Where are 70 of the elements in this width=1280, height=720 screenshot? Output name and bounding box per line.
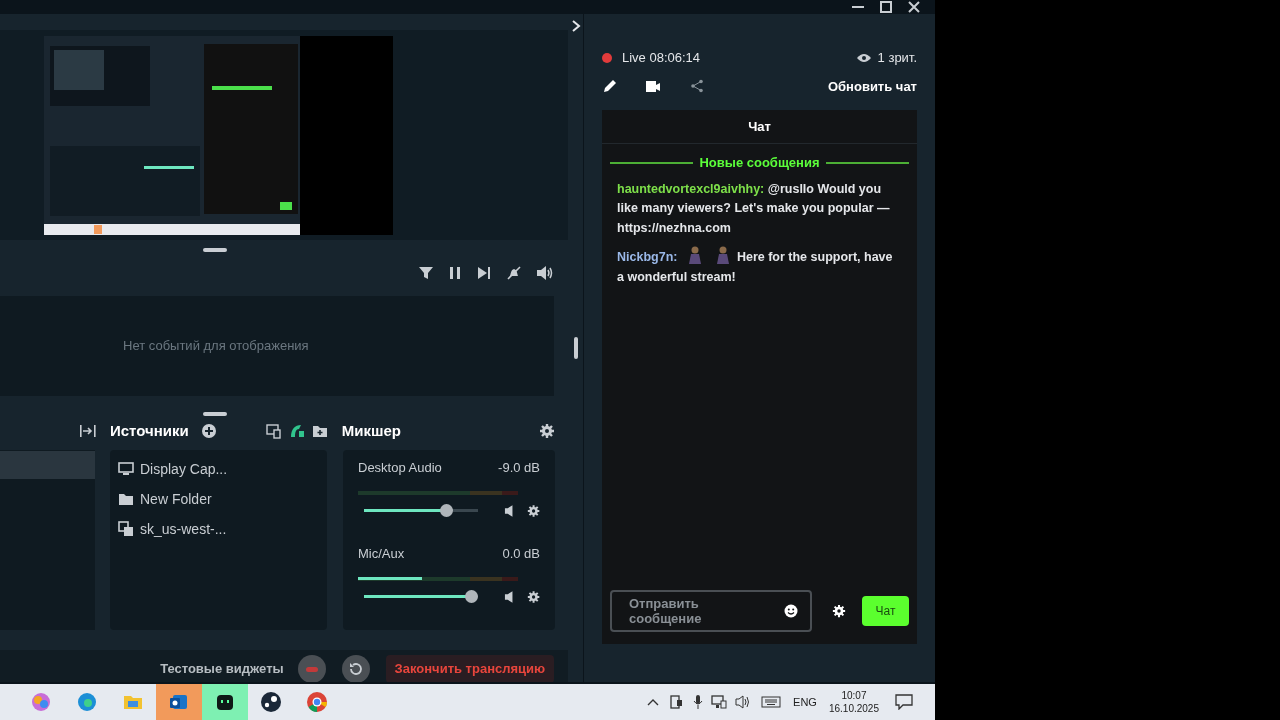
close-icon[interactable] <box>907 0 921 14</box>
pause-icon[interactable] <box>448 265 463 281</box>
network-icon[interactable] <box>711 695 728 709</box>
live-status: Live 08:06:14 <box>622 49 701 67</box>
replay-icon <box>347 661 364 677</box>
pencil-icon[interactable] <box>602 78 618 95</box>
browser-icon[interactable] <box>75 690 99 714</box>
channel-reading: 0.0 dB <box>502 545 540 563</box>
volume-icon[interactable] <box>536 265 555 281</box>
resize-handle[interactable] <box>573 337 578 359</box>
end-stream-button[interactable]: Закончить трансляцию <box>385 655 555 683</box>
source-item[interactable]: New Folder <box>118 484 327 514</box>
test-widgets-label: Тестовые виджеты <box>160 660 284 679</box>
chevron-up-icon[interactable] <box>647 698 660 706</box>
record-button[interactable] <box>297 655 326 683</box>
slider-thumb[interactable] <box>439 504 453 517</box>
phone-link-icon[interactable] <box>669 695 684 709</box>
message-input[interactable]: Отправить сообщение <box>610 590 812 632</box>
viewer-count: 1 зрит. <box>877 49 917 67</box>
collapse-icon[interactable] <box>79 423 97 439</box>
sources-title: Источники <box>110 420 189 441</box>
maximize-icon[interactable] <box>879 0 893 14</box>
clock-time[interactable]: 10:07 <box>841 689 867 702</box>
refresh-chat-button[interactable]: Обновить чат <box>827 76 917 96</box>
channel-reading: -9.0 dB <box>498 459 540 477</box>
share-icon[interactable] <box>690 79 704 94</box>
new-messages-divider: Новые сообщения <box>699 154 820 172</box>
username[interactable]: Nickbg7n: <box>617 250 678 264</box>
source-item[interactable]: sk_us-west-... <box>118 514 327 544</box>
chat-message: hauntedvortexcl9aivhhy: @ruslIo Would you like many viewers? Let's make you popular — https://nezhna.com <box>617 180 891 237</box>
camera-icon[interactable] <box>645 78 661 95</box>
send-chat-button[interactable]: Чат <box>862 596 909 626</box>
chat-title: Чат <box>748 117 771 136</box>
steam-icon[interactable] <box>259 690 283 714</box>
settings-icon[interactable] <box>526 589 540 604</box>
monitor-icon <box>118 461 134 477</box>
eye-icon <box>855 51 872 64</box>
resize-handle[interactable] <box>203 248 228 252</box>
language-indicator[interactable]: ENG <box>793 693 817 711</box>
add-folder-icon[interactable] <box>311 423 328 439</box>
stacked-squares-icon <box>118 521 134 537</box>
add-icon[interactable] <box>200 423 217 439</box>
screens-icon[interactable] <box>265 423 282 439</box>
microphone-icon[interactable] <box>693 695 704 709</box>
notifications-icon[interactable] <box>895 694 913 710</box>
channel-name: Desktop Audio <box>358 459 442 477</box>
resize-handle[interactable] <box>203 412 228 416</box>
folder-icon <box>118 491 134 507</box>
mixer-title: Микшер <box>341 420 401 441</box>
empty-events-text: Нет событий для отображения <box>123 337 309 356</box>
chat-message: Nickbg7n: Here for the support, have a wonderful stream! <box>617 245 902 287</box>
volume-slider[interactable] <box>364 504 478 517</box>
copilot-icon[interactable] <box>29 690 53 714</box>
keyboard-icon[interactable] <box>761 696 782 708</box>
settings-icon[interactable] <box>526 503 540 518</box>
record-icon <box>305 666 318 672</box>
speaker-icon[interactable] <box>735 695 752 709</box>
filter-icon[interactable] <box>418 265 435 281</box>
skip-icon[interactable] <box>476 265 493 281</box>
settings-icon[interactable] <box>539 423 556 439</box>
message-textarea[interactable]: Отправить сообщение <box>629 594 769 628</box>
chrome-icon[interactable] <box>305 690 329 714</box>
clock-date[interactable]: 16.10.2025 <box>828 702 879 715</box>
replay-button[interactable] <box>341 655 370 683</box>
source-item[interactable]: Display Cap... <box>118 454 327 484</box>
channel-name: Mic/Aux <box>358 545 405 563</box>
emoji-icon[interactable] <box>784 604 798 618</box>
volume-slider[interactable] <box>364 590 478 603</box>
username[interactable]: hauntedvortexcl9aivhhy: <box>617 181 765 196</box>
slider-thumb[interactable] <box>464 590 478 603</box>
